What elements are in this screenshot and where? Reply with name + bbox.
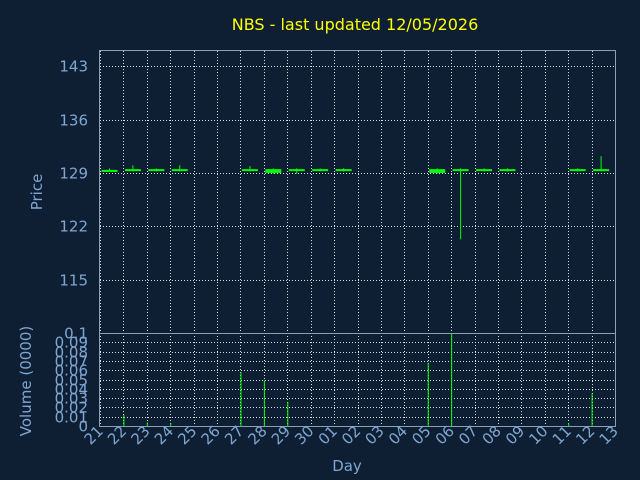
candle-body — [265, 169, 282, 173]
price-y-ticks: 115 122 129 136 143 — [59, 58, 88, 290]
candle-body — [312, 169, 329, 172]
candle-body — [569, 169, 586, 172]
candle-body — [101, 169, 118, 172]
candle-body — [171, 169, 188, 172]
candle-body — [335, 169, 352, 172]
volume-tick-label: 0.1 — [64, 325, 88, 343]
price-tick-label: 115 — [59, 272, 88, 290]
candle-body — [476, 169, 493, 172]
price-grid — [100, 51, 616, 333]
day-axis-label: Day — [332, 457, 362, 475]
day-ticks: 2122232425262728293001020304050607080910… — [81, 422, 622, 448]
chart-title: NBS - last updated 12/05/2026 — [232, 15, 479, 34]
candle-body — [499, 169, 516, 172]
candle-body — [429, 169, 446, 173]
price-tick-label: 129 — [59, 165, 88, 183]
candle-body — [593, 169, 610, 172]
volume-grid — [100, 333, 616, 427]
volume-axis-label: Volume (0000) — [17, 326, 35, 436]
candle-body — [288, 169, 305, 172]
candle-body — [124, 169, 141, 172]
candle-body — [148, 169, 165, 172]
price-panel — [99, 50, 616, 334]
stock-chart: NBS - last updated 12/05/2026 1151221291… — [17, 15, 622, 475]
price-tick-label: 122 — [59, 218, 88, 236]
volume-bars — [123, 333, 593, 426]
volume-y-ticks: 00.010.020.030.040.050.060.070.080.090.1 — [55, 325, 88, 436]
price-axis-label: Price — [28, 174, 46, 211]
price-tick-label: 143 — [59, 58, 88, 76]
candle-body — [452, 169, 469, 172]
candle-body — [241, 169, 258, 172]
price-tick-label: 136 — [59, 112, 88, 130]
